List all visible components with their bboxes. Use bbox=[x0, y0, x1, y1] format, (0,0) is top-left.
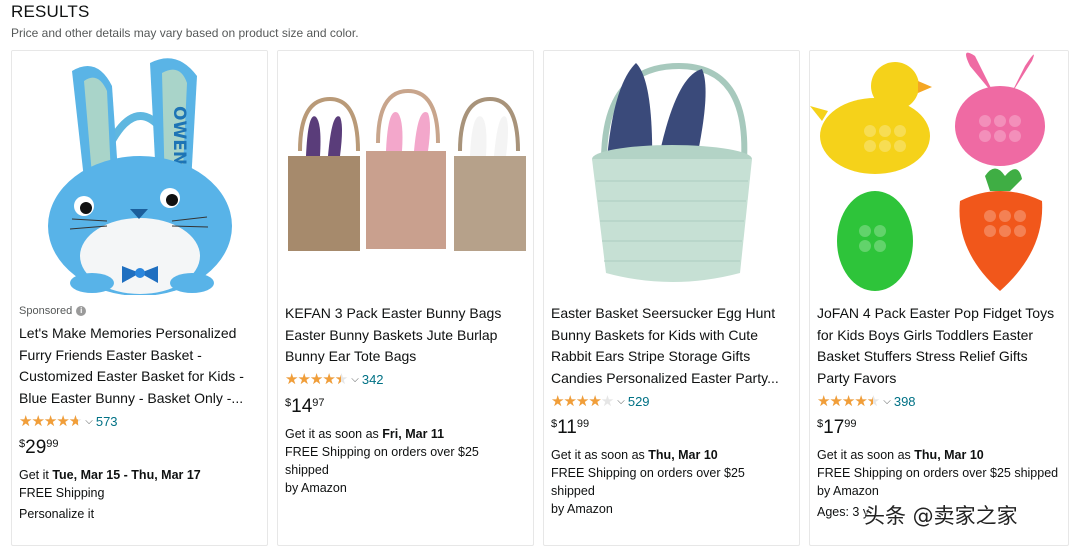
rating-count[interactable]: 529 bbox=[628, 394, 650, 409]
delivery-prefix: Get it as soon as bbox=[551, 448, 649, 462]
delivery-prefix: Get it as soon as bbox=[817, 448, 915, 462]
product-title-line[interactable]: Party Favors bbox=[817, 368, 1061, 390]
price[interactable]: $ 17 99 bbox=[817, 417, 1061, 441]
price[interactable]: $ 11 99 bbox=[551, 417, 792, 441]
product-title-line[interactable]: Furry Friends Easter Basket - bbox=[19, 345, 260, 367]
delivery-info: Get it as soon as Thu, Mar 10 bbox=[817, 446, 1061, 464]
watermark-text: 头条 @卖家之家 bbox=[864, 504, 1018, 528]
price[interactable]: $ 14 97 bbox=[285, 396, 526, 420]
star-rating-icon[interactable]: ★★★★★★★★★★ bbox=[285, 372, 348, 387]
rating-count[interactable]: 398 bbox=[894, 394, 916, 409]
delivery-date: Thu, Mar 10 bbox=[914, 448, 984, 462]
shipping-info: FREE Shipping on orders over $25 shipped bbox=[817, 466, 1059, 480]
product-title-line[interactable]: Rabbit Ears Stripe Storage Gifts bbox=[551, 346, 792, 368]
rating[interactable]: ★★★★★★★★★★ ⌵ 529 bbox=[551, 391, 792, 411]
product-title-line[interactable]: Basket Stuffers Stress Relief Gifts bbox=[817, 346, 1061, 368]
price-whole: 14 bbox=[291, 395, 313, 417]
star-rating-icon[interactable]: ★★★★★★★★★★ bbox=[817, 394, 880, 409]
chevron-down-icon[interactable]: ⌵ bbox=[617, 396, 625, 407]
product-image[interactable] bbox=[810, 51, 1068, 295]
product-card[interactable]: OWEN Sponsored i Let's Make Memories Per… bbox=[11, 50, 268, 546]
results-subtitle: Price and other details may vary based o… bbox=[11, 26, 359, 40]
delivery-prefix: Get it bbox=[19, 468, 53, 482]
shipping-info-2: by Amazon bbox=[817, 484, 879, 498]
shipping-info-2: by Amazon bbox=[285, 480, 347, 495]
shipping-info: FREE Shipping on orders over $25 shipped bbox=[551, 466, 745, 498]
product-title-line[interactable]: Bunny Ear Tote Bags bbox=[285, 346, 526, 368]
info-icon[interactable]: i bbox=[76, 306, 87, 316]
product-image[interactable] bbox=[278, 51, 533, 295]
delivery-info: Get it as soon as Fri, Mar 11 bbox=[285, 425, 526, 443]
rating[interactable]: ★★★★★ ★★★★★ ⌵ 573 bbox=[19, 411, 260, 431]
product-title-line[interactable]: Bunny Baskets for Kids with Cute bbox=[551, 325, 792, 347]
product-grid: OWEN Sponsored i Let's Make Memories Per… bbox=[11, 50, 1069, 546]
shipping-info: FREE Shipping on orders over $25 shipped bbox=[285, 444, 479, 477]
delivery-prefix: Get it as soon as bbox=[285, 426, 383, 441]
product-image[interactable]: OWEN bbox=[12, 51, 267, 295]
product-card[interactable]: Easter Basket Seersucker Egg Hunt Bunny … bbox=[543, 50, 800, 546]
product-title-line[interactable]: JoFAN 4 Pack Easter Pop Fidget Toys bbox=[817, 303, 1061, 325]
shipping-info-2: by Amazon bbox=[551, 502, 613, 516]
product-card[interactable]: JoFAN 4 Pack Easter Pop Fidget Toys for … bbox=[809, 50, 1069, 546]
shipping-info: FREE Shipping bbox=[19, 486, 105, 500]
product-title-line[interactable]: Let's Make Memories Personalized bbox=[19, 323, 260, 345]
svg-text:OWEN: OWEN bbox=[169, 106, 189, 165]
price-fraction: 99 bbox=[844, 418, 857, 430]
product-title-line[interactable]: Customized Easter Basket for Kids - bbox=[19, 366, 260, 388]
personalize-label: Personalize it bbox=[19, 507, 95, 521]
rating[interactable]: ★★★★★★★★★★ ⌵ 342 bbox=[285, 370, 526, 390]
product-image[interactable] bbox=[544, 51, 799, 295]
delivery-info: Get it Tue, Mar 15 - Thu, Mar 17 bbox=[19, 466, 260, 484]
delivery-date: Tue, Mar 15 - Thu, Mar 17 bbox=[52, 468, 201, 482]
product-title-line[interactable]: Blue Easter Bunny - Basket Only -... bbox=[19, 388, 260, 410]
rating[interactable]: ★★★★★★★★★★ ⌵ 398 bbox=[817, 391, 1061, 411]
sponsored-label[interactable]: Sponsored i bbox=[19, 303, 260, 319]
results-header: RESULTS Price and other details may vary… bbox=[11, 2, 359, 41]
price-whole: 17 bbox=[823, 417, 845, 438]
product-card[interactable]: KEFAN 3 Pack Easter Bunny Bags Easter Bu… bbox=[277, 50, 534, 546]
price-fraction: 99 bbox=[46, 438, 59, 450]
delivery-info: Get it as soon as Thu, Mar 10 bbox=[551, 446, 792, 464]
star-rating-icon[interactable]: ★★★★★★★★★★ bbox=[19, 414, 82, 429]
rating-count[interactable]: 573 bbox=[96, 414, 118, 429]
sponsored-text: Sponsored bbox=[19, 305, 73, 317]
chevron-down-icon[interactable]: ⌵ bbox=[351, 374, 359, 385]
product-title-line[interactable]: Easter Basket Seersucker Egg Hunt bbox=[551, 303, 792, 325]
product-title-line[interactable]: Easter Bunny Baskets Jute Burlap bbox=[285, 325, 526, 347]
product-title-line[interactable]: Candies Personalized Easter Party... bbox=[551, 368, 792, 390]
results-title: RESULTS bbox=[11, 2, 90, 21]
delivery-date: Fri, Mar 11 bbox=[382, 426, 445, 441]
price-whole: 11 bbox=[557, 417, 577, 438]
rating-count[interactable]: 342 bbox=[362, 372, 384, 387]
product-title-line[interactable]: KEFAN 3 Pack Easter Bunny Bags bbox=[285, 303, 526, 325]
chevron-down-icon[interactable]: ⌵ bbox=[85, 416, 93, 427]
star-rating-icon[interactable]: ★★★★★★★★★★ bbox=[551, 394, 614, 409]
price[interactable]: $ 29 99 bbox=[19, 437, 260, 461]
price-fraction: 97 bbox=[312, 396, 325, 409]
chevron-down-icon[interactable]: ⌵ bbox=[883, 396, 891, 407]
price-fraction: 99 bbox=[576, 418, 590, 430]
price-whole: 29 bbox=[25, 437, 47, 458]
delivery-date: Thu, Mar 10 bbox=[648, 448, 718, 462]
product-title-line[interactable]: for Kids Boys Girls Toddlers Easter bbox=[817, 325, 1061, 347]
